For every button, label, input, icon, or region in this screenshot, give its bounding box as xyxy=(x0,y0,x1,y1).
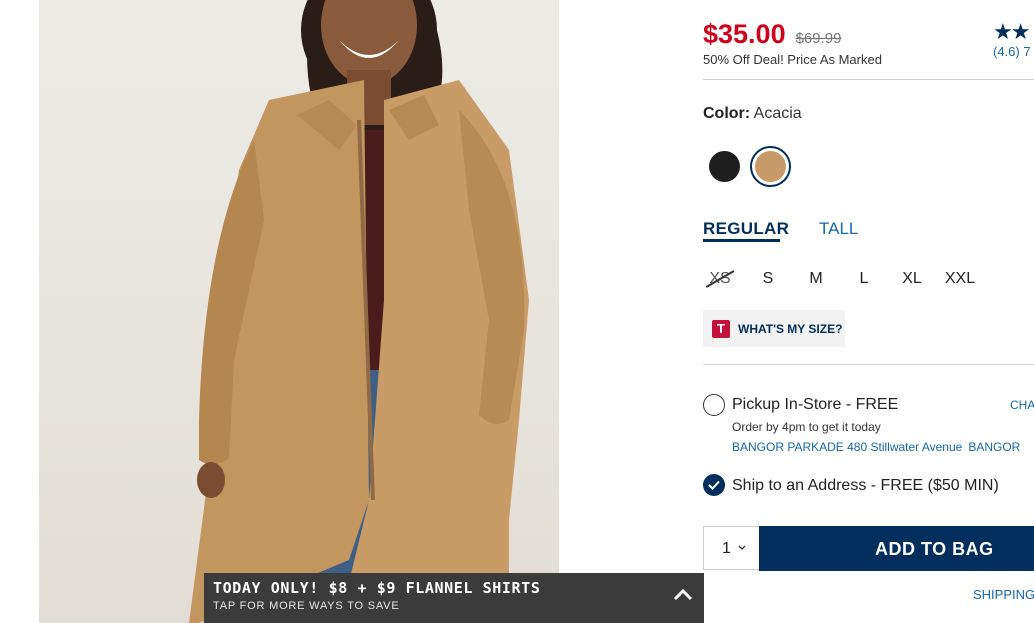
promo-subtitle: TAP FOR MORE WAYS TO SAVE xyxy=(213,600,400,612)
size-option-l[interactable]: L xyxy=(844,270,884,288)
size-option-s[interactable]: S xyxy=(748,270,788,288)
price-row: $35.00 $69.99 xyxy=(703,19,841,50)
ship-radio[interactable] xyxy=(703,474,725,496)
color-swatch-black[interactable] xyxy=(709,151,740,182)
original-price: $69.99 xyxy=(795,30,842,47)
store-info: BANGOR PARKADE 480 Stillwater Avenue BANG… xyxy=(732,440,1026,454)
deal-text: 50% Off Deal! Price As Marked xyxy=(703,52,882,67)
product-image[interactable] xyxy=(39,0,559,623)
promo-banner[interactable]: TODAY ONLY! $8 + $9 FLANNEL SHIRTS TAP F… xyxy=(204,573,704,623)
sale-price: $35.00 xyxy=(703,19,786,49)
color-swatch-acacia[interactable] xyxy=(750,146,791,187)
tab-regular-underline xyxy=(703,239,780,242)
add-to-bag-button[interactable]: ADD TO BAG xyxy=(759,526,1034,571)
product-details-panel: $35.00 $69.99 50% Off Deal! Price As Mark… xyxy=(703,0,1034,623)
chevron-down-icon xyxy=(738,545,746,550)
rating[interactable]: ★★ (4.6) 7 xyxy=(993,19,1034,60)
size-option-xs[interactable]: XS xyxy=(703,270,740,288)
tab-tall[interactable]: TALL xyxy=(819,219,858,239)
divider xyxy=(703,79,1034,80)
checkmark-icon xyxy=(708,480,720,490)
pickup-radio[interactable] xyxy=(703,394,725,416)
add-to-bag-label: ADD TO BAG xyxy=(875,539,994,559)
color-label-row: Color: Acacia xyxy=(703,105,802,123)
size-option-xxl[interactable]: XXL xyxy=(940,270,980,288)
divider xyxy=(703,364,1034,365)
model-photo-illustration xyxy=(189,0,529,623)
whats-my-size-button[interactable]: T WHAT'S MY SIZE? xyxy=(703,310,845,347)
quantity-value: 1 xyxy=(722,540,731,557)
color-swatch-acacia-fill xyxy=(755,151,786,182)
promo-title: TODAY ONLY! $8 + $9 FLANNEL SHIRTS xyxy=(213,579,541,597)
color-label: Color: xyxy=(703,105,751,122)
tab-regular[interactable]: REGULAR xyxy=(703,219,789,239)
store-name-link[interactable]: BANGOR PARKADE 480 Stillwater Avenue xyxy=(732,440,962,454)
chevron-up-icon[interactable] xyxy=(672,586,694,602)
size-option-m[interactable]: M xyxy=(796,270,836,288)
size-option-xl[interactable]: XL xyxy=(892,270,932,288)
pickup-cutoff-text: Order by 4pm to get it today xyxy=(732,420,881,434)
star-rating-icon: ★★ xyxy=(993,19,1030,44)
quantity-select[interactable]: 1 xyxy=(703,526,759,570)
store-city-link[interactable]: BANGOR xyxy=(968,440,1020,454)
whats-my-size-label: WHAT'S MY SIZE? xyxy=(738,322,843,336)
true-fit-logo-icon: T xyxy=(712,320,730,338)
change-store-link[interactable]: CHA xyxy=(1010,398,1034,412)
shipping-info-link[interactable]: SHIPPING xyxy=(973,587,1034,602)
pickup-option-label[interactable]: Pickup In-Store - FREE xyxy=(732,396,898,414)
ship-option-label[interactable]: Ship to an Address - FREE ($50 MIN) xyxy=(732,477,999,495)
selected-color-name: Acacia xyxy=(753,105,802,122)
rating-count-link[interactable]: (4.6) 7 xyxy=(993,44,1034,59)
